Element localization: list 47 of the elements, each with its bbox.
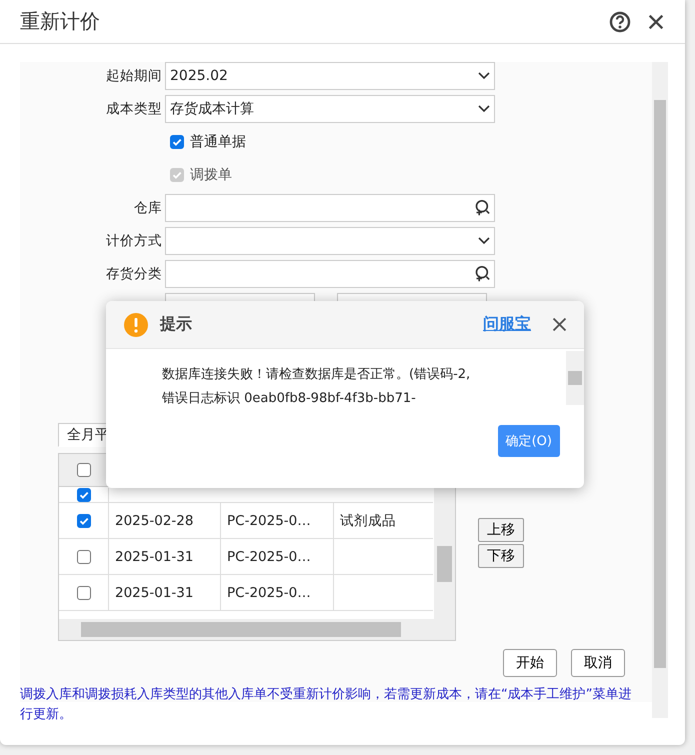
close-icon[interactable]	[647, 12, 665, 30]
move-button[interactable]: 下移	[478, 544, 524, 568]
warning-icon	[124, 312, 148, 336]
chevron-down-icon	[478, 72, 490, 80]
table-cell: 2025-01-31	[115, 584, 194, 600]
close-icon[interactable]	[551, 316, 568, 333]
field-label: 计价方式	[105, 232, 163, 250]
error-message: 数据库连接失败！请检查数据库是否正常。(错误码-2, 错误日志标识 0eab0fb8-98bf-4f3b-bb71-	[162, 366, 472, 405]
checkbox[interactable]	[76, 550, 90, 564]
select-field[interactable]: 2025.02	[165, 62, 495, 90]
chevron-down-icon	[478, 105, 490, 113]
select-field[interactable]: 存货成本计算	[165, 95, 495, 123]
help-link[interactable]: 问服宝	[483, 314, 531, 335]
dialog-title: 提示	[160, 314, 193, 335]
field-label: 起始期间	[105, 67, 163, 85]
table-cell: PC-2025-0…	[227, 584, 311, 600]
checkbox[interactable]	[76, 488, 90, 502]
checkbox[interactable]	[76, 586, 90, 600]
checkmark-icon	[171, 169, 183, 181]
lookup-field[interactable]	[165, 260, 495, 288]
scrollbar[interactable]	[566, 351, 584, 405]
table-cell: PC-2025-0…	[227, 512, 311, 528]
table-cell: PC-2025-0…	[227, 548, 311, 564]
note-text: 调拨入库和调拨损耗入库类型的其他入库单不受重新计价影响，若需更新成本，请在“成本手工维护”菜单进行更新。	[20, 686, 632, 724]
table-cell: 2025-02-28	[115, 512, 194, 528]
lookup-field[interactable]	[165, 194, 495, 222]
checkbox[interactable]	[170, 135, 184, 149]
table-cell: 试剂成品	[340, 512, 396, 530]
scrollbar[interactable]	[434, 486, 455, 619]
scrollbar[interactable]	[59, 619, 455, 640]
move-button[interactable]: 上移	[478, 518, 524, 542]
help-icon[interactable]	[609, 10, 631, 32]
checkbox[interactable]	[76, 463, 90, 477]
field-label: 仓库	[133, 199, 163, 217]
field-label: 成本类型	[105, 100, 163, 118]
checkmark-icon	[171, 136, 183, 148]
scrollbar[interactable]	[652, 62, 668, 718]
field-label: 存货分类	[105, 265, 163, 283]
chevron-down-icon	[478, 237, 490, 245]
action-button[interactable]: 取消	[571, 649, 625, 677]
window-title: 重新计价	[20, 8, 101, 35]
checkbox[interactable]	[76, 514, 90, 528]
select-field[interactable]	[165, 227, 495, 255]
table-cell: 2025-01-31	[115, 548, 194, 564]
checkbox-label: 调拨单	[190, 166, 232, 184]
checkbox-label: 普通单据	[190, 133, 246, 151]
action-button[interactable]: 开始	[503, 649, 557, 677]
